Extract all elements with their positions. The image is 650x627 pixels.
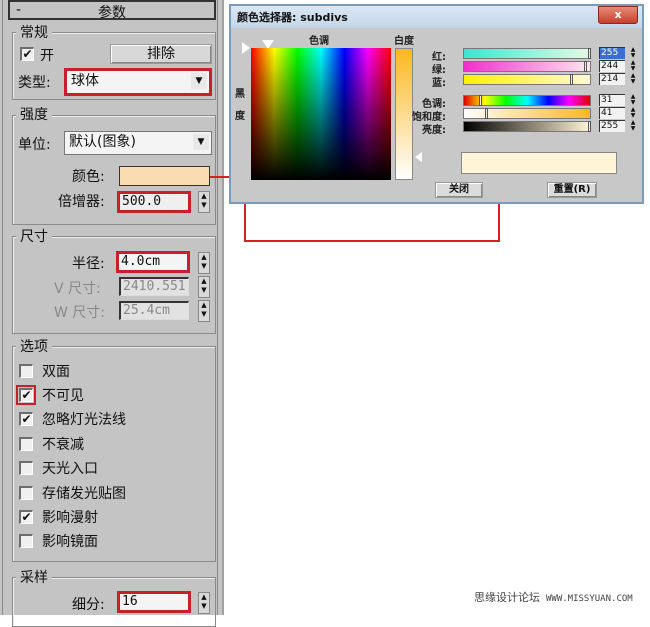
w-size-spinner[interactable]: ▲ ▼ — [198, 300, 210, 322]
subdivs-spinner[interactable]: ▲ ▼ — [198, 592, 210, 614]
multiplier-spinner[interactable]: ▲ ▼ — [198, 191, 210, 213]
annotation-arrow-segment — [244, 240, 500, 242]
blackness-label: 黑度 — [235, 89, 245, 122]
value-slider[interactable] — [463, 121, 591, 132]
hue-slider-thumb[interactable] — [479, 95, 482, 106]
blue-slider-thumb[interactable] — [570, 74, 573, 85]
exclude-button[interactable]: 排除 — [110, 44, 212, 64]
color-label: 颜色: — [72, 169, 105, 185]
radius-spinner[interactable]: ▲ ▼ — [198, 252, 210, 274]
watermark: 思缘设计论坛 WWW.MISSYUAN.COM — [474, 589, 633, 605]
option-label-double-sided: 双面 — [42, 364, 70, 380]
red-spinner[interactable]: ▲ ▼ — [629, 47, 637, 59]
value-value-input[interactable]: 255 — [599, 120, 625, 132]
option-label-ignore-light-normals: 忽略灯光法线 — [42, 412, 126, 428]
option-checkbox-ignore-light-normals[interactable]: ✔ — [19, 412, 33, 426]
blackness-pointer[interactable] — [242, 42, 250, 54]
option-label-no-decay: 不衰减 — [42, 437, 84, 453]
parameters-rollout-header[interactable]: - 参数 — [8, 0, 216, 21]
option-checkbox-skylight-portal[interactable] — [19, 461, 33, 475]
blue-value-input[interactable]: 214 — [599, 73, 625, 85]
option-checkbox-double-sided[interactable] — [19, 364, 33, 378]
saturation-slider-thumb[interactable] — [485, 108, 488, 119]
close-button[interactable]: 关闭 — [435, 182, 483, 198]
intensity-group-label: 强度 — [16, 104, 52, 124]
on-checkbox[interactable]: ✔ — [20, 47, 34, 61]
hue-slider[interactable] — [463, 95, 591, 106]
units-dropdown[interactable]: 默认(图象) ▼ — [64, 131, 212, 155]
value-label: 亮度: — [422, 125, 446, 136]
hue-label: 色调 — [309, 36, 329, 47]
sampling-group-label: 采样 — [16, 567, 52, 587]
subdivs-input[interactable]: 16 — [117, 591, 191, 613]
value-spinner[interactable]: ▲ ▼ — [629, 120, 637, 132]
color-swatch[interactable] — [119, 166, 210, 186]
saturation-spinner[interactable]: ▲ ▼ — [629, 107, 637, 119]
chevron-down-icon[interactable]: ▼ — [193, 134, 209, 150]
w-size-input[interactable]: 25.4cm — [119, 301, 189, 320]
option-label-store-irradiance: 存储发光贴图 — [42, 486, 126, 502]
watermark-url: WWW.MISSYUAN.COM — [546, 594, 633, 604]
watermark-text: 思缘设计论坛 — [474, 591, 540, 604]
green-slider-thumb[interactable] — [584, 61, 587, 72]
green-value-input[interactable]: 244 — [599, 60, 625, 72]
on-checkbox-label: 开 — [40, 48, 54, 64]
color-preview-swatch — [461, 152, 617, 174]
v-size-input[interactable]: 2410.551 — [119, 277, 189, 296]
radius-input[interactable]: 4.0cm — [116, 251, 190, 273]
options-group-label: 选项 — [16, 336, 52, 356]
blue-slider[interactable] — [463, 74, 591, 85]
option-checkbox-invisible[interactable]: ✔ — [16, 385, 36, 405]
units-label: 单位: — [18, 137, 51, 153]
size-group-label: 尺寸 — [16, 226, 52, 246]
v-size-label: V 尺寸: — [54, 281, 101, 297]
hue-spinner[interactable]: ▲ ▼ — [629, 94, 637, 106]
type-dropdown-value: 球体 — [71, 73, 99, 89]
option-checkbox-affect-diffuse[interactable]: ✔ — [19, 510, 33, 524]
red-slider-thumb[interactable] — [588, 48, 591, 59]
option-label-affect-specular: 影响镜面 — [42, 534, 98, 550]
blue-label: 蓝: — [432, 78, 446, 89]
v-size-spinner[interactable]: ▲ ▼ — [198, 276, 210, 298]
option-label-skylight-portal: 天光入口 — [42, 461, 98, 477]
dialog-titlebar[interactable]: 颜色选择器: subdivs x — [231, 6, 642, 28]
light-parameters-panel: - 参数 常规 ✔ 开 排除 类型: 球体 ▼ 强度 单位: 默认(图象) ▼ … — [0, 0, 224, 627]
option-checkbox-affect-specular[interactable] — [19, 534, 33, 548]
subdivs-label: 细分: — [72, 597, 105, 613]
green-spinner[interactable]: ▲ ▼ — [629, 60, 637, 72]
hue-blackness-square[interactable] — [251, 48, 391, 180]
option-checkbox-no-decay[interactable] — [19, 437, 33, 451]
hue-value-input[interactable]: 31 — [599, 94, 625, 106]
reset-button[interactable]: 重置(R) — [547, 182, 597, 198]
whiteness-bar[interactable] — [395, 48, 413, 180]
units-dropdown-value: 默认(图象) — [69, 134, 136, 150]
radius-label: 半径: — [72, 256, 105, 272]
rollout-title: 参数 — [98, 5, 126, 21]
whiteness-pointer[interactable] — [415, 152, 422, 162]
type-label: 类型: — [18, 75, 51, 91]
option-label-affect-diffuse: 影响漫射 — [42, 510, 98, 526]
value-slider-thumb[interactable] — [588, 121, 591, 132]
multiplier-input[interactable]: 500.0 — [117, 191, 191, 213]
option-checkbox-store-irradiance[interactable] — [19, 486, 33, 500]
saturation-slider[interactable] — [463, 108, 591, 119]
whiteness-label: 白度 — [394, 36, 414, 47]
option-label-invisible: 不可见 — [42, 388, 84, 404]
saturation-value-input[interactable]: 41 — [599, 107, 625, 119]
close-icon[interactable]: x — [598, 6, 638, 24]
type-dropdown[interactable]: 球体 ▼ — [64, 68, 212, 96]
w-size-label: W 尺寸: — [54, 305, 106, 321]
general-group-label: 常规 — [16, 22, 52, 42]
red-value-input[interactable]: 255 — [599, 47, 625, 59]
multiplier-label: 倍增器: — [58, 194, 105, 210]
green-slider[interactable] — [463, 61, 591, 72]
chevron-down-icon[interactable]: ▼ — [191, 73, 207, 89]
dialog-title: 颜色选择器: subdivs — [237, 11, 348, 24]
red-slider[interactable] — [463, 48, 591, 59]
color-picker-dialog: 颜色选择器: subdivs x 色调 白度 黑度 红: 255 ▲ ▼ 绿: 2… — [229, 4, 644, 204]
blue-spinner[interactable]: ▲ ▼ — [629, 73, 637, 85]
